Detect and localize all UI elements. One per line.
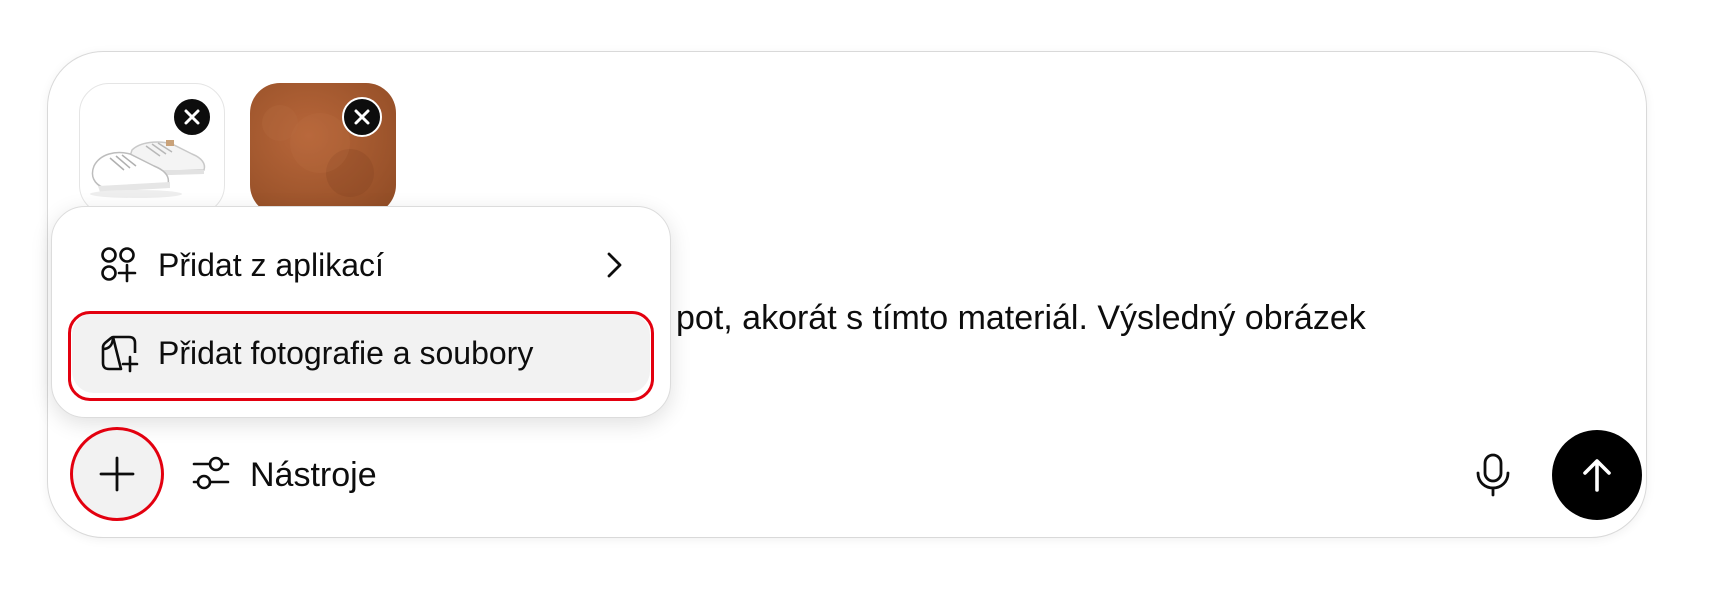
menu-item-label: Přidat z aplikací [158, 246, 384, 283]
sliders-icon [190, 452, 232, 499]
add-attachment-button[interactable] [70, 427, 164, 521]
plus-icon [99, 456, 135, 492]
close-icon [354, 109, 370, 125]
close-icon [184, 109, 200, 125]
chevron-right-icon [598, 249, 630, 281]
menu-item-add-from-apps[interactable]: Přidat z aplikací [72, 225, 650, 305]
microphone-button[interactable] [1468, 450, 1518, 500]
remove-attachment-button[interactable] [172, 97, 212, 137]
apps-icon [98, 244, 140, 286]
arrow-up-icon [1583, 459, 1611, 492]
microphone-icon [1476, 453, 1510, 497]
add-file-icon [98, 332, 140, 374]
menu-item-add-photos-files[interactable]: Přidat fotografie a soubory [72, 313, 650, 393]
menu-item-label: Přidat fotografie a soubory [158, 334, 534, 371]
tools-label: Nástroje [250, 455, 377, 494]
send-button[interactable] [1552, 430, 1642, 520]
tools-button[interactable]: Nástroje [190, 450, 377, 500]
attach-menu: Přidat z aplikací Přidat fotografie a so… [51, 206, 671, 418]
prompt-visible-text: pot, akorát s tímto materiál. Výsledný o… [676, 299, 1366, 337]
remove-attachment-button[interactable] [342, 97, 382, 137]
